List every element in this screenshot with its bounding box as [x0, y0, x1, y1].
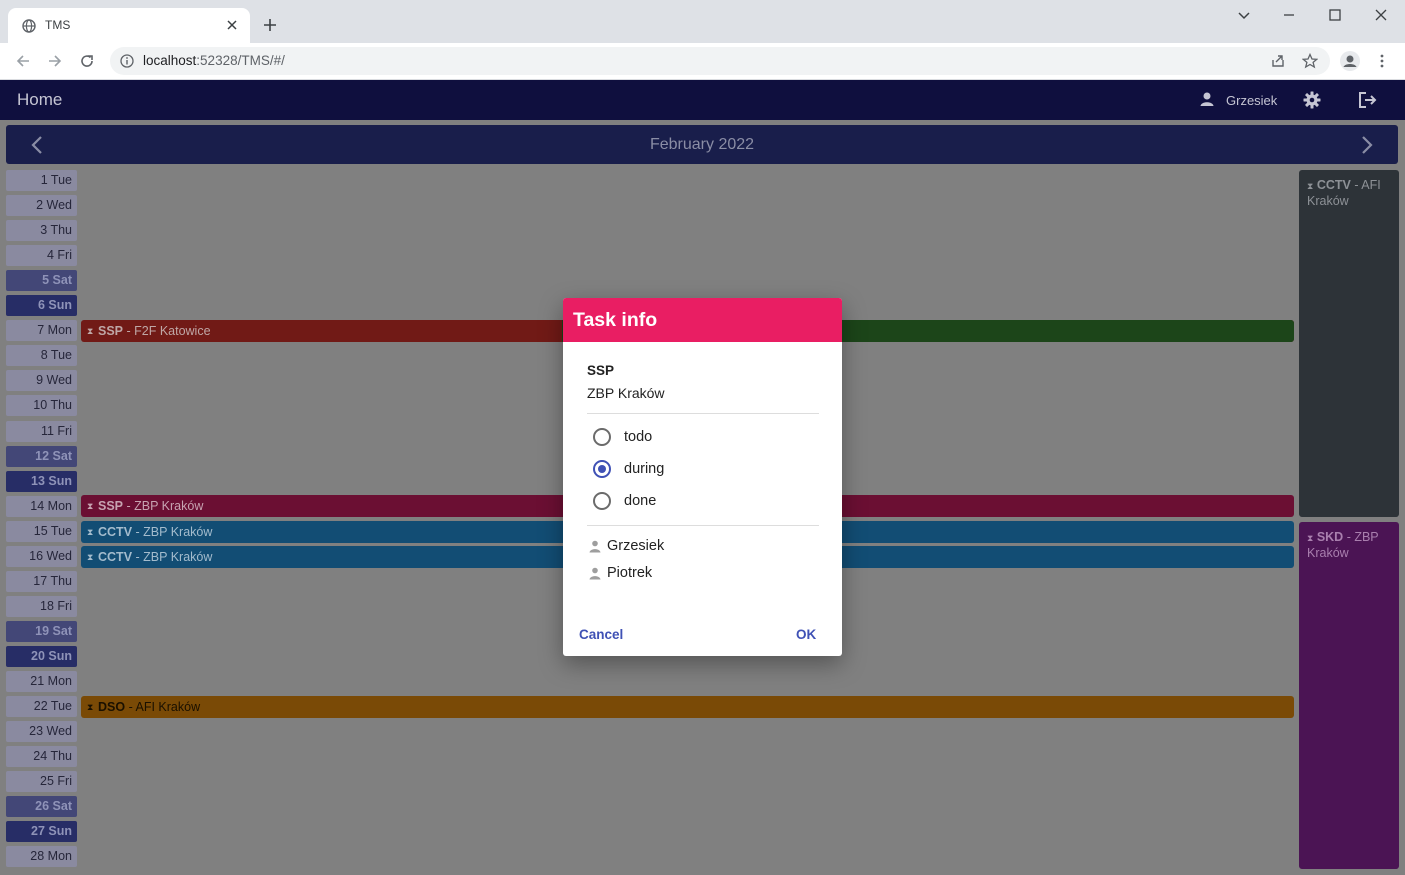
task-place: - ZBP Kraków	[123, 499, 204, 513]
hourglass-icon: ⧗	[87, 527, 94, 537]
person-icon	[589, 540, 601, 553]
tab-search-chevron-icon[interactable]	[1237, 8, 1251, 22]
day-label: 26 Sat	[6, 796, 77, 818]
task-code: DSO	[98, 700, 126, 714]
day-label: 11 Fri	[6, 420, 77, 442]
share-icon[interactable]	[1270, 53, 1286, 69]
tab-title: TMS	[45, 18, 71, 32]
day-label: 22 Tue	[6, 696, 77, 718]
divider	[587, 525, 819, 526]
task-place: - F2F Katowice	[123, 324, 211, 338]
page-title[interactable]: Home	[17, 90, 62, 110]
assignee-name: Grzesiek	[607, 538, 665, 554]
hourglass-icon: ⧗	[1307, 533, 1314, 543]
radio-label: todo	[624, 429, 653, 445]
divider	[587, 413, 819, 414]
radio-button-selected[interactable]	[593, 460, 611, 478]
person-icon	[589, 567, 601, 580]
day-label: 3 Thu	[6, 220, 77, 242]
day-label: 20 Sun	[6, 645, 77, 667]
day-label: 15 Tue	[6, 520, 77, 542]
cancel-button[interactable]: Cancel	[579, 627, 623, 642]
day-label: 23 Wed	[6, 721, 77, 743]
day-label: 9 Wed	[6, 370, 77, 392]
day-label: 28 Mon	[6, 846, 77, 868]
browser-tab[interactable]: TMS	[8, 8, 250, 43]
task-code: SKD	[1316, 530, 1344, 544]
site-info-icon[interactable]	[120, 54, 134, 68]
day-label: 27 Sun	[6, 821, 77, 843]
app-bar: Home Grzesiek	[0, 80, 1405, 120]
task-code: CCTV	[98, 525, 133, 539]
close-tab-icon[interactable]	[226, 19, 238, 31]
day-label: 21 Mon	[6, 671, 77, 692]
dialog-header: Task info	[563, 298, 842, 342]
month-title: February 2022	[649, 136, 755, 153]
dialog-task-type: SSP	[587, 363, 615, 378]
url-text: localhost:52328/TMS/#/	[143, 53, 285, 68]
gear-icon[interactable]	[1303, 91, 1321, 109]
day-label: 7 Mon	[6, 320, 77, 342]
user-icon	[1199, 91, 1215, 107]
radio-button[interactable]	[593, 428, 611, 446]
day-label: 2 Wed	[6, 195, 77, 217]
task-info-dialog: Task info SSP ZBP Kraków todo during don…	[563, 298, 842, 656]
reload-icon[interactable]	[79, 53, 95, 69]
assignee-name: Piotrek	[607, 565, 653, 581]
day-label: 13 Sun	[6, 470, 77, 492]
minimize-icon[interactable]	[1282, 8, 1296, 22]
radio-button[interactable]	[593, 492, 611, 510]
day-label: 19 Sat	[6, 620, 77, 642]
dialog-title: Task info	[573, 309, 658, 331]
hourglass-icon: ⧗	[87, 702, 94, 712]
day-label: 4 Fri	[6, 245, 77, 267]
day-label: 5 Sat	[6, 270, 77, 292]
profile-avatar-icon[interactable]	[1340, 51, 1360, 71]
maximize-icon[interactable]	[1328, 8, 1342, 22]
back-arrow-icon[interactable]	[15, 53, 31, 69]
browser-menu-icon[interactable]	[1376, 53, 1388, 69]
day-label: 14 Mon	[6, 495, 77, 517]
task-place: - ZBP Kraków	[132, 550, 213, 564]
day-label: 24 Thu	[6, 746, 77, 768]
close-window-icon[interactable]	[1374, 8, 1388, 22]
radio-label: during	[624, 461, 665, 477]
forward-arrow-icon[interactable]	[47, 53, 63, 69]
day-label: 25 Fri	[6, 771, 77, 793]
day-label: 16 Wed	[6, 545, 77, 567]
day-label: 10 Thu	[6, 395, 77, 417]
day-label: 18 Fri	[6, 595, 77, 617]
day-label: 6 Sun	[6, 295, 77, 317]
task-place: - AFI Kraków	[125, 700, 201, 714]
new-tab-plus-icon[interactable]	[262, 17, 278, 33]
hourglass-icon: ⧗	[1307, 181, 1314, 191]
task-code: CCTV	[98, 550, 133, 564]
task-code: SSP	[98, 499, 124, 513]
globe-icon	[22, 19, 36, 33]
hourglass-icon: ⧗	[87, 501, 94, 511]
day-label: 17 Thu	[6, 570, 77, 592]
radio-label: done	[624, 493, 657, 509]
address-bar[interactable]: localhost:52328/TMS/#/	[110, 47, 1330, 75]
month-header: February 2022	[6, 125, 1398, 164]
browser-tab-strip: TMS	[0, 0, 1405, 43]
task-code: SSP	[98, 324, 124, 338]
side-task-cctv-afi-krakow[interactable]: ⧗ CCTV - AFI Kraków	[1299, 170, 1399, 517]
current-user-name[interactable]: Grzesiek	[1226, 93, 1277, 108]
day-label: 1 Tue	[6, 170, 77, 191]
chevron-right-icon[interactable]	[1360, 135, 1374, 155]
logout-icon[interactable]	[1358, 91, 1378, 109]
task-bar-dso-afi-krakow[interactable]: ⧗ DSO - AFI Kraków	[81, 696, 1294, 718]
day-label: 8 Tue	[6, 345, 77, 367]
browser-toolbar: localhost:52328/TMS/#/	[0, 43, 1405, 80]
dialog-task-place: ZBP Kraków	[587, 385, 665, 401]
task-code: CCTV	[1316, 178, 1351, 192]
ok-button[interactable]: OK	[796, 627, 816, 642]
hourglass-icon: ⧗	[87, 552, 94, 562]
side-task-skd-zbp-krakow[interactable]: ⧗ SKD - ZBP Kraków	[1299, 522, 1399, 869]
task-place: - ZBP Kraków	[132, 525, 213, 539]
hourglass-icon: ⧗	[87, 326, 94, 336]
day-label: 12 Sat	[6, 445, 77, 467]
bookmark-star-icon[interactable]	[1302, 53, 1318, 69]
